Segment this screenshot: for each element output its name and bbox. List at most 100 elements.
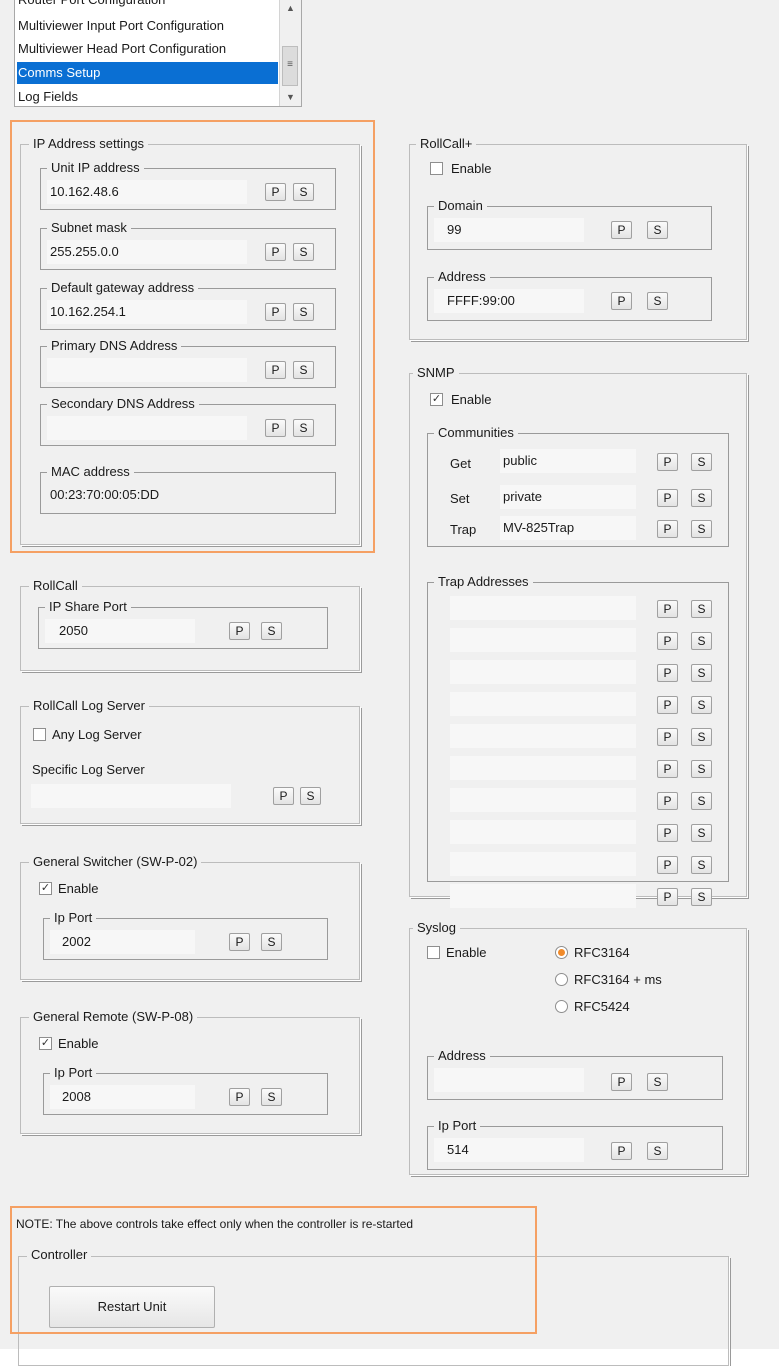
rollcall-plus-address-group: Address FFFF:99:00 P S bbox=[427, 269, 712, 321]
rollcall-plus-enable-checkbox[interactable] bbox=[430, 162, 443, 175]
community-trap-p-button[interactable]: P bbox=[657, 520, 678, 538]
syslog-address-label: Address bbox=[434, 1048, 490, 1064]
community-set-field[interactable]: private bbox=[500, 485, 636, 509]
switcher-port-field[interactable]: 2002 bbox=[50, 930, 195, 954]
community-set-p-button[interactable]: P bbox=[657, 489, 678, 507]
trap-address-p-button[interactable]: P bbox=[657, 824, 678, 842]
trap-address-p-button[interactable]: P bbox=[657, 856, 678, 874]
list-scrollbar[interactable]: ▲ ≡ ▼ bbox=[279, 0, 301, 106]
switcher-s-button[interactable]: S bbox=[261, 933, 282, 951]
rfc3164-ms-radio[interactable] bbox=[555, 973, 568, 986]
share-port-s-button[interactable]: S bbox=[261, 622, 282, 640]
switcher-group: General Switcher (SW-P-02) ✓ Enable Ip P… bbox=[20, 854, 360, 980]
triangle-up-icon[interactable]: ▲ bbox=[280, 1, 301, 15]
trap-address-s-button[interactable]: S bbox=[691, 728, 712, 746]
community-trap-field[interactable]: MV-825Trap bbox=[500, 516, 636, 540]
trap-address-p-button[interactable]: P bbox=[657, 792, 678, 810]
share-port-p-button[interactable]: P bbox=[229, 622, 250, 640]
trap-address-field[interactable] bbox=[450, 596, 636, 620]
trap-address-s-button[interactable]: S bbox=[691, 600, 712, 618]
triangle-down-icon[interactable]: ▼ bbox=[280, 90, 301, 104]
rfc3164-ms-label: RFC3164 + ms bbox=[574, 972, 662, 987]
trap-address-p-button[interactable]: P bbox=[657, 760, 678, 778]
remote-port-label: Ip Port bbox=[50, 1065, 97, 1081]
trap-address-s-button[interactable]: S bbox=[691, 632, 712, 650]
community-get-s-button[interactable]: S bbox=[691, 453, 712, 471]
configuration-list[interactable]: Router Port Configuration Multiviewer In… bbox=[14, 0, 302, 107]
trap-address-field[interactable] bbox=[450, 884, 636, 908]
community-trap-s-button[interactable]: S bbox=[691, 520, 712, 538]
community-get-p-button[interactable]: P bbox=[657, 453, 678, 471]
trap-address-field[interactable] bbox=[450, 660, 636, 684]
trap-address-field[interactable] bbox=[450, 788, 636, 812]
switcher-port-label: Ip Port bbox=[50, 910, 97, 926]
syslog-address-field[interactable] bbox=[434, 1068, 584, 1092]
switcher-enable-checkbox[interactable]: ✓ bbox=[39, 882, 52, 895]
trap-address-field[interactable] bbox=[450, 628, 636, 652]
trap-address-p-button[interactable]: P bbox=[657, 888, 678, 906]
remote-p-button[interactable]: P bbox=[229, 1088, 250, 1106]
trap-address-s-button[interactable]: S bbox=[691, 792, 712, 810]
log-server-p-button[interactable]: P bbox=[273, 787, 294, 805]
communities-group: Communities Get public P S Set private P… bbox=[427, 425, 729, 547]
syslog-address-p-button[interactable]: P bbox=[611, 1073, 632, 1091]
syslog-address-s-button[interactable]: S bbox=[647, 1073, 668, 1091]
trap-addresses-group: Trap Addresses PSPSPSPSPSPSPSPSPSPS bbox=[427, 574, 729, 908]
trap-address-field[interactable] bbox=[450, 852, 636, 876]
community-get-field[interactable]: public bbox=[500, 449, 636, 473]
log-server-s-button[interactable]: S bbox=[300, 787, 321, 805]
switcher-p-button[interactable]: P bbox=[229, 933, 250, 951]
rollcall-plus-group: RollCall+ Enable Domain 99 P S Address F… bbox=[409, 136, 747, 340]
list-item-selected[interactable]: Comms Setup bbox=[17, 62, 278, 84]
community-set-label: Set bbox=[450, 491, 470, 506]
syslog-port-group: Ip Port 514 P S bbox=[427, 1118, 723, 1170]
syslog-title: Syslog bbox=[413, 920, 461, 936]
ip-share-port-group: IP Share Port 2050 P S bbox=[38, 599, 328, 649]
trap-address-p-button[interactable]: P bbox=[657, 664, 678, 682]
trap-address-p-button[interactable]: P bbox=[657, 696, 678, 714]
trap-address-p-button[interactable]: P bbox=[657, 600, 678, 618]
syslog-port-field[interactable]: 514 bbox=[434, 1138, 584, 1162]
rfc5424-radio[interactable] bbox=[555, 1000, 568, 1013]
trap-address-s-button[interactable]: S bbox=[691, 760, 712, 778]
remote-port-field[interactable]: 2008 bbox=[50, 1085, 195, 1109]
trap-address-s-button[interactable]: S bbox=[691, 696, 712, 714]
rfc3164-radio[interactable] bbox=[555, 946, 568, 959]
list-item[interactable]: Multiviewer Head Port Configuration bbox=[17, 38, 278, 60]
syslog-port-s-button[interactable]: S bbox=[647, 1142, 668, 1160]
trap-address-field[interactable] bbox=[450, 724, 636, 748]
list-item[interactable]: Router Port Configuration bbox=[17, 0, 278, 11]
list-item[interactable]: Log Fields bbox=[17, 86, 278, 106]
any-log-server-label: Any Log Server bbox=[52, 727, 142, 742]
trap-address-s-button[interactable]: S bbox=[691, 856, 712, 874]
trap-address-field[interactable] bbox=[450, 820, 636, 844]
syslog-enable-checkbox[interactable] bbox=[427, 946, 440, 959]
grip-lines-icon[interactable]: ≡ bbox=[282, 46, 298, 86]
rollcall-plus-address-s-button[interactable]: S bbox=[647, 292, 668, 310]
remote-enable-checkbox[interactable]: ✓ bbox=[39, 1037, 52, 1050]
trap-address-s-button[interactable]: S bbox=[691, 888, 712, 906]
ip-share-port-field[interactable]: 2050 bbox=[45, 619, 195, 643]
specific-log-server-field[interactable] bbox=[31, 784, 231, 808]
log-server-title: RollCall Log Server bbox=[29, 698, 149, 714]
trap-address-field[interactable] bbox=[450, 756, 636, 780]
list-item[interactable]: Multiviewer Input Port Configuration bbox=[17, 15, 278, 37]
trap-address-p-button[interactable]: P bbox=[657, 728, 678, 746]
domain-field[interactable]: 99 bbox=[434, 218, 584, 242]
syslog-port-p-button[interactable]: P bbox=[611, 1142, 632, 1160]
rollcall-plus-address-field[interactable]: FFFF:99:00 bbox=[434, 289, 584, 313]
trap-address-p-button[interactable]: P bbox=[657, 632, 678, 650]
domain-s-button[interactable]: S bbox=[647, 221, 668, 239]
any-log-server-checkbox[interactable] bbox=[33, 728, 46, 741]
trap-address-field[interactable] bbox=[450, 692, 636, 716]
trap-address-s-button[interactable]: S bbox=[691, 824, 712, 842]
remote-s-button[interactable]: S bbox=[261, 1088, 282, 1106]
snmp-enable-checkbox[interactable]: ✓ bbox=[430, 393, 443, 406]
rollcall-plus-address-p-button[interactable]: P bbox=[611, 292, 632, 310]
domain-p-button[interactable]: P bbox=[611, 221, 632, 239]
trap-address-s-button[interactable]: S bbox=[691, 664, 712, 682]
syslog-group: Syslog Enable RFC3164 RFC3164 + ms RFC54… bbox=[409, 920, 747, 1175]
remote-group: General Remote (SW-P-08) ✓ Enable Ip Por… bbox=[20, 1009, 360, 1134]
switcher-title: General Switcher (SW-P-02) bbox=[29, 854, 202, 870]
community-set-s-button[interactable]: S bbox=[691, 489, 712, 507]
